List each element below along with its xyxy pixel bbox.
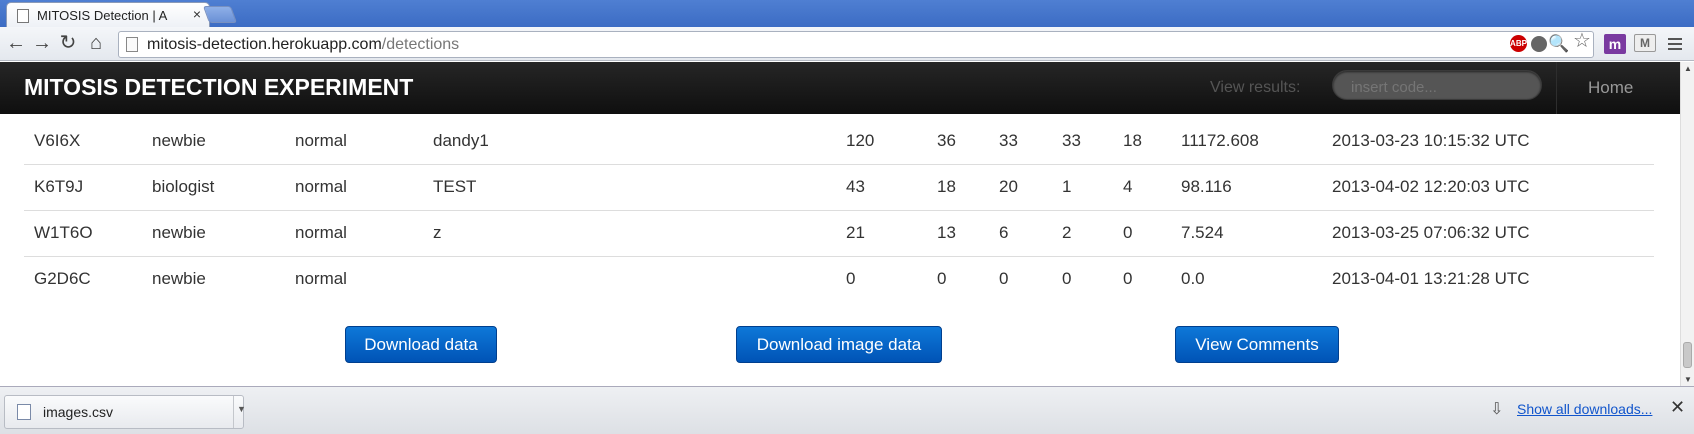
cell-value: 33 xyxy=(989,118,1052,165)
download-data-button[interactable]: Download data xyxy=(345,326,497,363)
cell-score: 98.116 xyxy=(1171,164,1322,211)
url-path: /detections xyxy=(381,36,460,53)
file-icon xyxy=(17,404,31,420)
cell-value: 13 xyxy=(927,210,989,257)
download-arrow-icon: ⇩ xyxy=(1490,401,1504,418)
cell-timestamp: 2013-03-23 10:15:32 UTC xyxy=(1322,118,1654,165)
cell-value: 0 xyxy=(1113,210,1171,257)
cell-code: K6T9J xyxy=(24,164,142,211)
cell-value: 18 xyxy=(927,164,989,211)
cell-timestamp: 2013-03-25 07:06:32 UTC xyxy=(1322,210,1654,257)
cell-value: 21 xyxy=(836,210,927,257)
page-icon xyxy=(126,37,138,52)
m-extension-icon[interactable]: m xyxy=(1604,34,1626,54)
cell-score: 0.0 xyxy=(1181,269,1205,289)
cell-mode: normal xyxy=(295,269,347,289)
table-row: W1T6O newbie normal z 21 13 6 2 0 7.524 … xyxy=(24,210,1654,257)
cell-mode: normal xyxy=(285,210,423,257)
cell-value: 36 xyxy=(927,118,989,165)
scroll-up-icon[interactable]: ▲ xyxy=(1684,64,1692,73)
cell-value: 33 xyxy=(1052,118,1113,165)
cell-code: G2D6C xyxy=(34,269,91,289)
address-url[interactable]: mitosis-detection.herokuapp.com/detectio… xyxy=(147,36,459,54)
results-code-input[interactable] xyxy=(1332,70,1542,100)
view-results-label: View results: xyxy=(1210,79,1301,96)
browser-menu-icon[interactable] xyxy=(1668,38,1682,53)
bookmark-star-icon[interactable]: ☆ xyxy=(1572,31,1592,51)
site-navbar: MITOSIS DETECTION EXPERIMENT View result… xyxy=(0,62,1680,114)
cell-value: 120 xyxy=(836,118,927,165)
new-tab-button[interactable] xyxy=(202,6,238,23)
scroll-down-icon[interactable]: ▼ xyxy=(1684,375,1692,384)
table-row: G2D6C newbie normal 0 0 0 0 0 0.0 2013-0… xyxy=(24,256,1654,302)
cell-name: dandy1 xyxy=(423,118,836,165)
cell-score: 7.524 xyxy=(1171,210,1322,257)
cell-mode: normal xyxy=(285,164,423,211)
adblock-icon[interactable]: ABP xyxy=(1510,35,1527,52)
cell-value: 0 xyxy=(1062,269,1072,289)
cell-name: z xyxy=(423,210,836,257)
cell-value: 0 xyxy=(937,269,947,289)
tab-close-icon[interactable]: × xyxy=(193,6,201,22)
cell-value: 18 xyxy=(1113,118,1171,165)
cell-level: newbie xyxy=(152,269,206,289)
table-row: K6T9J biologist normal TEST 43 18 20 1 4… xyxy=(24,164,1654,211)
download-shelf: images.csv ▼ ⇩ Show all downloads... ✕ xyxy=(0,386,1694,434)
view-comments-button[interactable]: View Comments xyxy=(1175,326,1339,363)
url-host: mitosis-detection.herokuapp.com xyxy=(147,36,382,53)
download-file-name[interactable]: images.csv xyxy=(43,404,113,420)
cell-name: TEST xyxy=(423,164,836,211)
close-icon[interactable]: ✕ xyxy=(1670,397,1685,418)
bulb-extension-icon[interactable] xyxy=(1531,36,1547,52)
address-bar[interactable]: mitosis-detection.herokuapp.com/detectio… xyxy=(118,31,1594,58)
cell-value: 6 xyxy=(989,210,1052,257)
home-link[interactable]: Home xyxy=(1588,78,1633,98)
cell-value: 43 xyxy=(836,164,927,211)
cell-value: 0 xyxy=(999,269,1009,289)
cell-value: 0 xyxy=(846,269,856,289)
cell-value: 20 xyxy=(989,164,1052,211)
cell-mode: normal xyxy=(285,118,423,165)
navbar-divider xyxy=(1556,62,1557,114)
scroll-thumb[interactable] xyxy=(1683,342,1692,368)
cell-level: biologist xyxy=(142,164,285,211)
download-item[interactable]: images.csv ▼ xyxy=(4,395,246,429)
cell-timestamp: 2013-04-01 13:21:28 UTC xyxy=(1332,269,1530,289)
table-row: V6I6X newbie normal dandy1 120 36 33 33 … xyxy=(24,118,1654,165)
cell-code: V6I6X xyxy=(24,118,142,165)
chevron-down-icon[interactable]: ▼ xyxy=(237,404,246,414)
cell-value: 0 xyxy=(1123,269,1133,289)
site-brand[interactable]: MITOSIS DETECTION EXPERIMENT xyxy=(24,74,413,101)
page-viewport: MITOSIS DETECTION EXPERIMENT View result… xyxy=(0,62,1694,386)
cell-timestamp: 2013-04-02 12:20:03 UTC xyxy=(1322,164,1654,211)
page-favicon-icon xyxy=(17,9,29,23)
tab-title: MITOSIS Detection | A xyxy=(37,8,168,23)
cell-value: 4 xyxy=(1113,164,1171,211)
forward-icon[interactable]: → xyxy=(30,32,54,56)
download-item-divider xyxy=(233,396,234,428)
reload-icon[interactable]: ↻ xyxy=(56,32,80,56)
cell-level: newbie xyxy=(142,210,285,257)
home-icon[interactable]: ⌂ xyxy=(84,32,108,56)
show-all-downloads-link[interactable]: Show all downloads... xyxy=(1517,401,1652,417)
browser-tab[interactable]: MITOSIS Detection | A × xyxy=(6,2,210,27)
cell-level: newbie xyxy=(142,118,285,165)
browser-tab-strip: MITOSIS Detection | A × xyxy=(0,0,1694,27)
download-image-data-button[interactable]: Download image data xyxy=(736,326,942,363)
mail-extension-icon[interactable]: M xyxy=(1634,34,1656,52)
cell-score: 11172.608 xyxy=(1171,118,1322,165)
browser-toolbar: ← → ↻ ⌂ mitosis-detection.herokuapp.com/… xyxy=(0,27,1694,61)
detections-table: V6I6X newbie normal dandy1 120 36 33 33 … xyxy=(24,118,1654,302)
cell-code: W1T6O xyxy=(24,210,142,257)
cell-value: 1 xyxy=(1052,164,1113,211)
back-icon[interactable]: ← xyxy=(4,32,28,56)
zoom-icon[interactable]: 🔍 xyxy=(1548,34,1569,54)
cell-name xyxy=(423,256,836,302)
page-scrollbar[interactable]: ▲ ▼ xyxy=(1680,62,1694,386)
cell-value: 2 xyxy=(1052,210,1113,257)
